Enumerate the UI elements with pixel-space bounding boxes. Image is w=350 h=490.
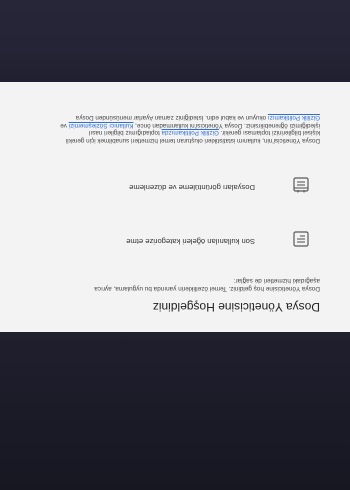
privacy-policy-link[interactable]: Gizlilik Politikamızda xyxy=(161,129,218,136)
feature-item-recent: Son kullanılan öğeleri kategorize etme xyxy=(60,208,310,248)
device-bezel-top xyxy=(0,0,350,82)
list-icon xyxy=(293,231,309,247)
privacy-policy-link-2[interactable]: Gizlilik Politikamızı xyxy=(268,114,320,121)
device-bezel-bottom xyxy=(0,332,350,490)
legal-text: Dosya Yöneticisi'nin, kullanım istatisti… xyxy=(60,114,320,144)
feature-item-files: Dosyaları görüntüleme ve düzenleme xyxy=(60,154,310,194)
document-list-icon xyxy=(293,177,309,193)
feature-label: Son kullanılan öğeleri kategorize etme xyxy=(126,237,255,246)
feature-label: Dosyaları görüntüleme ve düzenleme xyxy=(129,183,255,192)
phone-screen: Dosya Yöneticisine Hoşgeldiniz Dosya Yön… xyxy=(0,82,350,332)
legal-text-part: ve xyxy=(60,121,69,129)
user-agreement-link[interactable]: Kullanıcı Sözleşmemizi xyxy=(69,122,134,129)
page-title: Dosya Yöneticisine Hoşgeldiniz xyxy=(152,300,320,314)
intro-text: Dosya Yöneticisine hoş geldiniz. Temel ö… xyxy=(94,277,320,292)
welcome-dialog: Dosya Yöneticisine Hoşgeldiniz Dosya Yön… xyxy=(0,82,350,332)
legal-text-part: okuyun ve kabul edin. İstediğiniz zaman … xyxy=(75,114,268,122)
